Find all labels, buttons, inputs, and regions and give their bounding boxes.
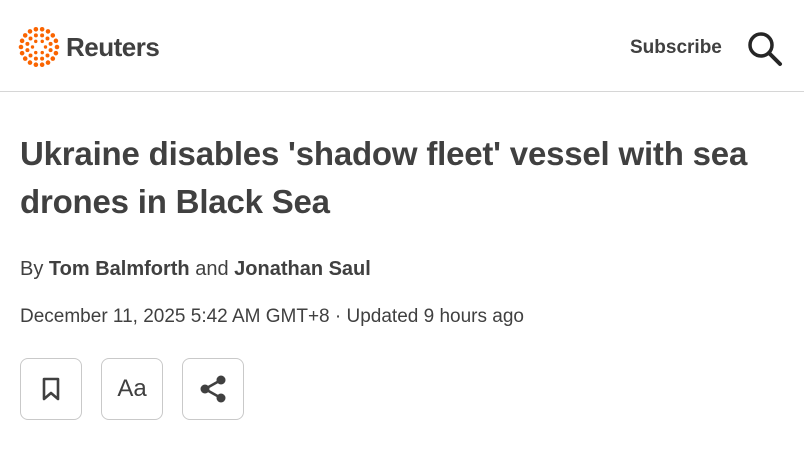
- logo-dot: [19, 50, 25, 56]
- logo-dot: [53, 50, 59, 56]
- logo-dot: [54, 44, 60, 50]
- byline: By Tom Balmforth and Jonathan Saul: [20, 258, 371, 281]
- reuters-logo-icon: [18, 26, 60, 68]
- search-icon: [748, 32, 782, 66]
- logo-dot: [40, 56, 45, 61]
- bookmark-icon: [42, 377, 60, 401]
- search-button[interactable]: [746, 30, 784, 68]
- logo-dot: [25, 41, 30, 46]
- logo-dot: [45, 29, 51, 34]
- logo-dot: [39, 26, 45, 32]
- logo-dot: [43, 45, 48, 49]
- byline-joiner: and: [195, 258, 229, 280]
- text-size-label: Aa: [117, 375, 147, 402]
- logo-dot: [30, 45, 35, 49]
- share-button[interactable]: [182, 358, 244, 420]
- article-dateline: December 11, 2025 5:42 AM GMT+8 · Update…: [20, 306, 524, 327]
- article-headline: Ukraine disables 'shadow fleet' vessel w…: [20, 135, 748, 220]
- article-actions: Aa: [20, 358, 244, 420]
- logo-dot: [40, 39, 44, 44]
- logo-dot: [40, 50, 44, 55]
- logo-dot: [22, 33, 28, 38]
- logo-dot: [28, 36, 33, 41]
- subscribe-button[interactable]: Subscribe: [630, 37, 722, 59]
- byline-prefix: By: [20, 258, 44, 280]
- logo-dot: [28, 53, 33, 58]
- logo-dot: [33, 62, 39, 68]
- logo-dot: [40, 33, 45, 38]
- logo-dot: [45, 36, 50, 41]
- author-link[interactable]: Tom Balmforth: [49, 258, 190, 280]
- logo-dot: [34, 39, 38, 44]
- text-size-button[interactable]: Aa: [101, 358, 163, 420]
- site-header: Reuters Subscribe: [0, 0, 804, 92]
- logo-dot: [50, 33, 56, 38]
- logo-dot: [34, 50, 38, 55]
- logo-dot: [19, 38, 25, 44]
- bookmark-button[interactable]: [20, 358, 82, 420]
- brand-name: Reuters: [66, 31, 160, 62]
- logo-dot: [48, 48, 53, 53]
- logo-dot: [45, 60, 51, 65]
- logo-dot: [50, 56, 56, 61]
- logo-dot: [25, 48, 30, 53]
- logo-dot: [53, 38, 59, 44]
- logo-dot: [33, 26, 39, 32]
- logo-dot: [33, 33, 38, 38]
- logo-dot: [22, 56, 28, 61]
- logo-dot: [27, 60, 33, 65]
- logo-dot: [39, 62, 45, 68]
- logo-dot: [33, 56, 38, 61]
- logo-dot: [48, 41, 53, 46]
- logo-dot: [45, 53, 50, 58]
- logo-dot: [27, 29, 33, 34]
- author-link[interactable]: Jonathan Saul: [234, 258, 371, 280]
- logo-dot: [18, 44, 24, 50]
- share-icon: [200, 375, 226, 403]
- reuters-logo[interactable]: Reuters: [18, 26, 160, 68]
